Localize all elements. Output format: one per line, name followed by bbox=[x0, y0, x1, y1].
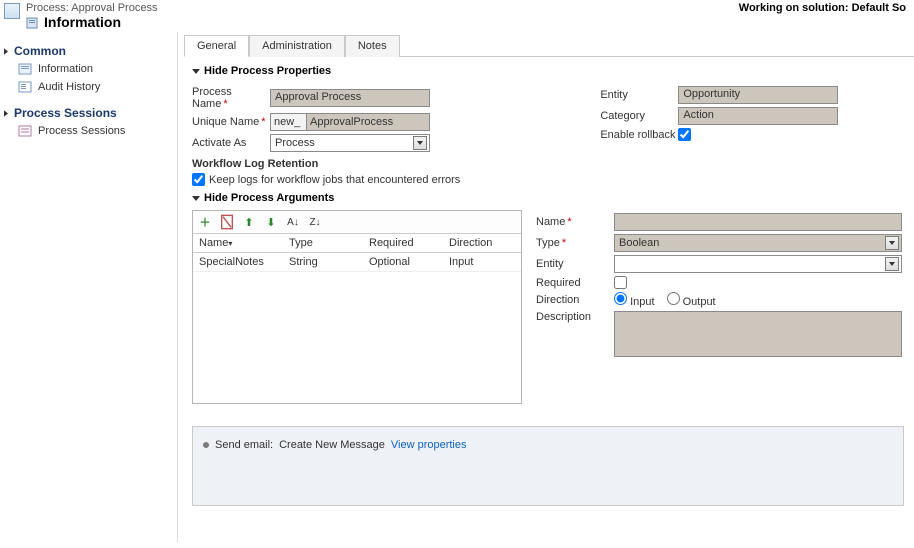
unique-name-prefix: new_ bbox=[271, 114, 307, 130]
arg-description-input[interactable] bbox=[614, 311, 902, 357]
col-required[interactable]: Required bbox=[363, 234, 443, 252]
tab-general[interactable]: General bbox=[184, 35, 249, 57]
direction-output-option[interactable]: Output bbox=[667, 292, 716, 308]
add-argument-button[interactable]: ＋ bbox=[197, 214, 213, 230]
nav-group-common: Common bbox=[0, 40, 173, 60]
section-toggle-arguments[interactable]: Hide Process Arguments bbox=[192, 192, 904, 204]
arguments-toolbar: ＋ ⬆ ⬇ A↓ Z↓ bbox=[193, 211, 521, 234]
arg-name-label: Name* bbox=[536, 216, 614, 228]
unique-name-value: ApprovalProcess bbox=[307, 114, 429, 130]
col-name[interactable]: Name▾ bbox=[193, 234, 283, 252]
arg-required-label: Required bbox=[536, 277, 614, 289]
arg-entity-label: Entity bbox=[536, 258, 614, 270]
process-icon bbox=[4, 3, 20, 19]
window-header: Process: Approval Process Information Wo… bbox=[0, 0, 914, 32]
entity-label: Entity bbox=[600, 89, 678, 101]
sidebar-item-information[interactable]: Information bbox=[0, 60, 173, 78]
arg-entity-select[interactable] bbox=[614, 255, 902, 273]
arg-description-label: Description bbox=[536, 311, 614, 323]
steps-panel: Send email: Create New Message View prop… bbox=[192, 426, 904, 506]
tab-notes[interactable]: Notes bbox=[345, 35, 400, 57]
keep-logs-checkbox[interactable] bbox=[192, 173, 205, 186]
chevron-down-icon bbox=[885, 257, 899, 271]
sidebar-item-audit-history[interactable]: Audit History bbox=[0, 78, 173, 96]
col-direction[interactable]: Direction bbox=[443, 234, 513, 252]
col-type[interactable]: Type bbox=[283, 234, 363, 252]
nav-group-process-sessions: Process Sessions bbox=[0, 102, 173, 122]
tab-strip: General Administration Notes bbox=[184, 34, 914, 57]
view-properties-link[interactable]: View properties bbox=[391, 439, 467, 451]
arg-type-label: Type* bbox=[536, 237, 614, 249]
arg-type-select[interactable]: Boolean bbox=[614, 234, 902, 252]
sidebar-item-process-sessions[interactable]: Process Sessions bbox=[0, 122, 173, 140]
category-field: Action bbox=[678, 107, 838, 125]
chevron-down-icon bbox=[413, 136, 427, 150]
info-icon bbox=[18, 63, 32, 75]
enable-rollback-checkbox[interactable] bbox=[678, 128, 691, 141]
activate-as-select[interactable]: Process bbox=[270, 134, 430, 152]
delete-argument-button[interactable] bbox=[219, 214, 235, 230]
unique-name-field[interactable]: new_ ApprovalProcess bbox=[270, 113, 430, 131]
sidebar-label: Audit History bbox=[38, 81, 100, 93]
step-action-value: Create New Message bbox=[279, 439, 385, 451]
step-row[interactable]: Send email: Create New Message View prop… bbox=[203, 439, 893, 451]
entity-field: Opportunity bbox=[678, 86, 838, 104]
move-down-button[interactable]: ⬇ bbox=[263, 214, 279, 230]
process-name-label: Process Name* bbox=[192, 86, 270, 110]
info-small-icon bbox=[26, 16, 38, 28]
left-nav: Common Information Audit History Process… bbox=[0, 32, 178, 542]
bullet-icon bbox=[203, 442, 209, 448]
sort-desc-button[interactable]: Z↓ bbox=[307, 214, 323, 230]
step-action-label: Send email: bbox=[215, 439, 273, 451]
sidebar-label: Process Sessions bbox=[38, 125, 125, 137]
page-title: Information bbox=[44, 14, 121, 30]
category-label: Category bbox=[600, 110, 678, 122]
unique-name-label: Unique Name* bbox=[192, 116, 270, 128]
chevron-down-icon bbox=[885, 236, 899, 250]
process-type-label: Process: Approval Process bbox=[26, 2, 157, 14]
arg-required-checkbox[interactable] bbox=[614, 276, 627, 289]
section-toggle-properties[interactable]: Hide Process Properties bbox=[192, 65, 904, 77]
argument-editor: Name* Type* Boolean Entity bbox=[536, 210, 904, 404]
argument-row[interactable]: SpecialNotes String Optional Input bbox=[193, 253, 521, 272]
enable-rollback-label: Enable rollback bbox=[600, 129, 678, 141]
solution-context: Working on solution: Default So bbox=[739, 2, 906, 14]
sidebar-label: Information bbox=[38, 63, 93, 75]
arg-name-input[interactable] bbox=[614, 213, 902, 231]
process-name-field[interactable]: Approval Process bbox=[270, 89, 430, 107]
audit-icon bbox=[18, 81, 32, 93]
keep-logs-label: Keep logs for workflow jobs that encount… bbox=[209, 174, 460, 186]
activate-as-label: Activate As bbox=[192, 137, 270, 149]
arg-direction-label: Direction bbox=[536, 294, 614, 306]
tab-administration[interactable]: Administration bbox=[249, 35, 345, 57]
arguments-grid: ＋ ⬆ ⬇ A↓ Z↓ Name▾ Type Required Directio… bbox=[192, 210, 522, 404]
workflow-log-retention-header: Workflow Log Retention bbox=[192, 158, 460, 170]
move-up-button[interactable]: ⬆ bbox=[241, 214, 257, 230]
sort-asc-button[interactable]: A↓ bbox=[285, 214, 301, 230]
sessions-icon bbox=[18, 125, 32, 137]
direction-input-option[interactable]: Input bbox=[614, 292, 655, 308]
